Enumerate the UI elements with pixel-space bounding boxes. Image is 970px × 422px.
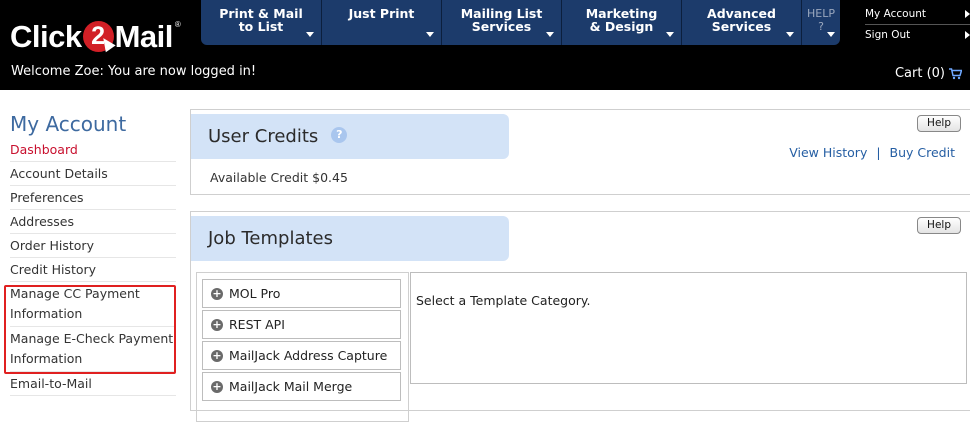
nav-label: Print & Mail to List (219, 6, 303, 34)
template-category-mailjack-mail-merge[interactable]: + MailJack Mail Merge (202, 372, 401, 401)
chevron-right-icon (965, 10, 970, 18)
site-header: Click 2 Mail ® Welcome Zoe: You are now … (0, 0, 970, 90)
sidebar-item-order-history[interactable]: Order History (10, 234, 176, 258)
nav-help[interactable]: HELP ? (802, 0, 840, 45)
category-label: MailJack Address Capture (229, 348, 388, 363)
buy-credit-link[interactable]: Buy Credit (890, 145, 955, 160)
view-history-link[interactable]: View History (789, 145, 867, 160)
user-credits-title: User Credits (208, 126, 319, 147)
nav-print-mail-to-list[interactable]: Print & Mail to List (201, 0, 322, 45)
chevron-down-icon (786, 32, 794, 37)
category-label: MailJack Mail Merge (229, 379, 353, 394)
account-sidebar: My Account Dashboard Account Details Pre… (10, 110, 176, 396)
nav-marketing-design[interactable]: Marketing & Design (562, 0, 682, 45)
nav-label: Advanced Services (707, 6, 776, 34)
chevron-down-icon (666, 32, 674, 37)
question-info-icon[interactable]: ? (331, 126, 348, 143)
available-credit: Available Credit $0.45 (210, 170, 348, 185)
logo-word-left: Click (10, 18, 82, 54)
sidebar-item-addresses[interactable]: Addresses (10, 210, 176, 234)
template-detail-pane: Select a Template Category. (410, 272, 967, 384)
sidebar-item-dashboard[interactable]: Dashboard (10, 138, 176, 162)
template-category-mol-pro[interactable]: + MOL Pro (202, 279, 401, 308)
chevron-down-icon (546, 32, 554, 37)
sign-out-label: Sign Out (865, 29, 911, 41)
my-account-label: My Account (865, 8, 927, 20)
sidebar-item-credit-history[interactable]: Credit History (10, 258, 176, 282)
sidebar-item-manage-cc-payment[interactable]: Manage CC Payment Information (10, 282, 176, 327)
nav-advanced-services[interactable]: Advanced Services (682, 0, 802, 45)
link-separator: | (876, 145, 881, 160)
job-templates-heading: Job Templates (208, 216, 333, 261)
user-credits-help-button[interactable]: Help (917, 115, 961, 132)
chevron-down-icon (827, 32, 835, 37)
cart-label: Cart (0) (894, 66, 945, 81)
template-category-mailjack-address-capture[interactable]: + MailJack Address Capture (202, 341, 401, 370)
credit-links: View History | Buy Credit (789, 145, 955, 160)
user-credits-panel: User Credits ? Help View History | Buy C… (190, 109, 970, 195)
category-label: MOL Pro (229, 286, 281, 301)
nav-label: Just Print (348, 6, 415, 21)
cart-icon-svg (949, 67, 963, 79)
cart-link[interactable]: Cart (0) (894, 66, 963, 81)
sidebar-item-manage-echeck-payment[interactable]: Manage E-Check Payment Information (10, 327, 176, 372)
plus-circle-icon: + (211, 379, 223, 393)
main-nav: Print & Mail to List Just Print Mailing … (201, 0, 840, 46)
job-templates-title: Job Templates (208, 228, 333, 249)
logo-two-circle: 2 (82, 20, 116, 52)
cart-icon (949, 67, 963, 80)
click2mail-logo[interactable]: Click 2 Mail ® (10, 16, 181, 56)
account-links: My Account Sign Out (865, 4, 970, 46)
nav-just-print[interactable]: Just Print (322, 0, 442, 45)
logo-word-right: Mail (114, 18, 174, 54)
sidebar-item-account-details[interactable]: Account Details (10, 162, 176, 186)
plus-circle-icon: + (211, 317, 223, 331)
chevron-down-icon (306, 32, 314, 37)
plus-circle-icon: + (211, 348, 223, 362)
template-category-rest-api[interactable]: + REST API (202, 310, 401, 339)
registered-mark: ® (174, 20, 181, 29)
sidebar-item-preferences[interactable]: Preferences (10, 186, 176, 210)
help-label: HELP (807, 7, 835, 20)
sidebar-title: My Account (10, 112, 127, 136)
job-templates-panel: Job Templates Help + MOL Pro + REST API … (190, 211, 970, 422)
template-prompt: Select a Template Category. (416, 293, 591, 308)
job-templates-tab: Job Templates (191, 216, 509, 261)
category-label: REST API (229, 317, 285, 332)
sidebar-item-email-to-mail[interactable]: Email-to-Mail (10, 372, 176, 396)
nav-mailing-list-services[interactable]: Mailing List Services (442, 0, 562, 45)
sign-out-link[interactable]: Sign Out (865, 25, 970, 46)
nav-label: Marketing & Design (585, 6, 658, 34)
user-credits-heading: User Credits ? (208, 114, 348, 159)
user-credits-tab: User Credits ? (191, 114, 509, 159)
nav-label: Mailing List Services (460, 6, 543, 34)
my-account-link[interactable]: My Account (865, 4, 970, 25)
job-templates-help-button[interactable]: Help (917, 217, 961, 234)
welcome-message: Welcome Zoe: You are now logged in! (11, 64, 257, 79)
chevron-down-icon (426, 32, 434, 37)
chevron-right-icon (965, 31, 970, 39)
plus-circle-icon: + (211, 286, 223, 300)
